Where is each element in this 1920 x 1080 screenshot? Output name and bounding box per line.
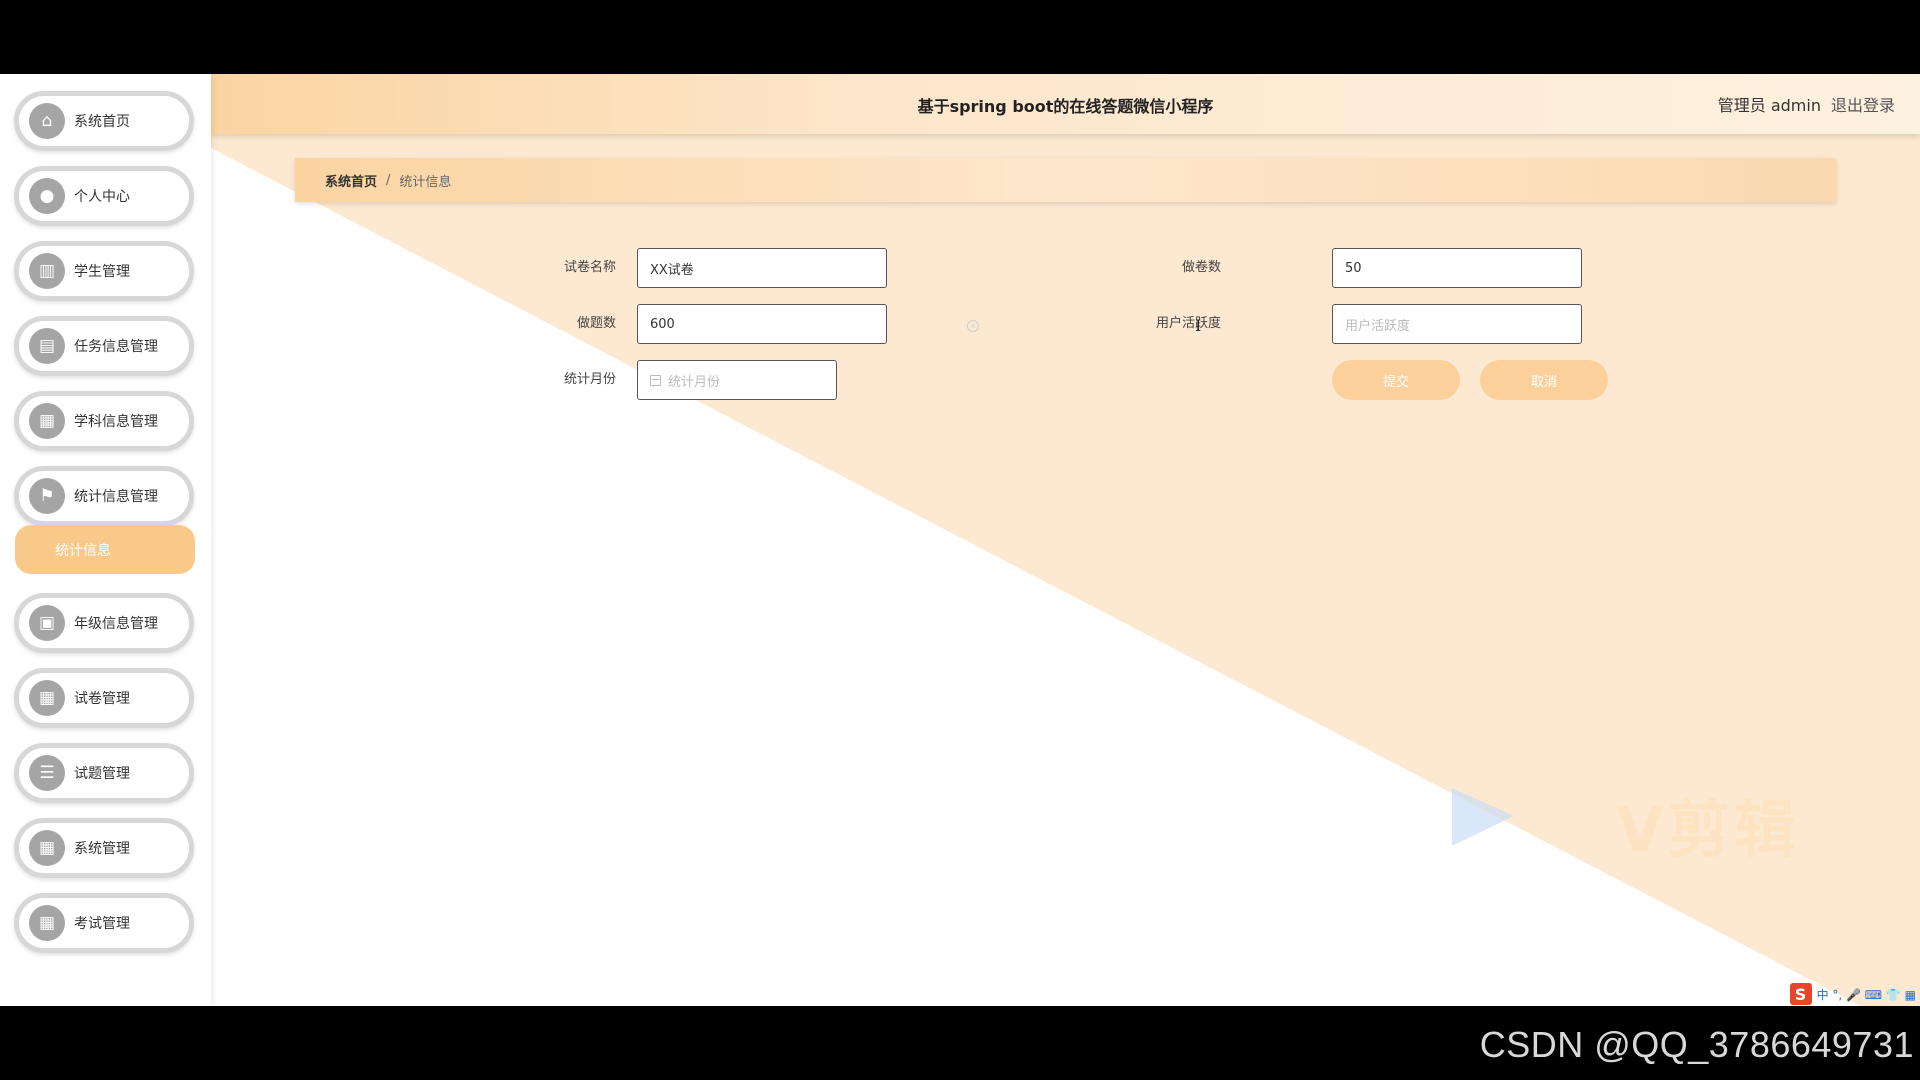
sidebar-item-system[interactable]: ▦ 系统管理 (14, 818, 194, 878)
background-diagonal (211, 134, 1920, 1006)
app-window: ⌂ 系统首页 ● 个人中心 ▥ 学生管理 ▤ 任务信息管理 ▦ 学科信息管理 ⚑… (0, 74, 1920, 1006)
sidebar-item-label: 考试管理 (74, 916, 130, 932)
user-info: 管理员 admin 退出登录 (1718, 92, 1895, 116)
grid-icon: ▦ (29, 403, 65, 439)
breadcrumb-home[interactable]: 系统首页 (325, 171, 377, 190)
question-count-input[interactable]: 600 (637, 304, 887, 344)
sidebar-item-papers[interactable]: ▦ 试卷管理 (14, 668, 194, 728)
user-icon: ● (29, 178, 65, 214)
table-icon: ▦ (29, 905, 65, 941)
sidebar-item-label: 学生管理 (74, 264, 130, 280)
sidebar-subitem-label: 统计信息 (55, 542, 111, 559)
paper-count-label: 做卷数 (1181, 260, 1221, 275)
user-role-label: 管理员 admin (1717, 96, 1821, 115)
sidebar-item-label: 学科信息管理 (74, 414, 158, 430)
top-header: 基于spring boot的在线答题微信小程序 管理员 admin 退出登录 (211, 74, 1920, 134)
sidebar-item-exams[interactable]: ▦ 考试管理 (14, 893, 194, 953)
background-shape (211, 134, 1920, 1006)
sidebar-item-students[interactable]: ▥ 学生管理 (14, 241, 194, 301)
book-icon: ▥ (29, 253, 65, 289)
sidebar-subitem-statistics-info[interactable]: 统计信息 (15, 525, 195, 574)
sidebar-item-label: 统计信息管理 (74, 489, 158, 505)
sidebar-item-label: 试题管理 (74, 766, 130, 782)
flag-icon: ⚑ (29, 478, 65, 514)
text-cursor-icon: I (1195, 316, 1202, 335)
logout-link[interactable]: 退出登录 (1831, 92, 1895, 116)
editor-logo-icon (1452, 788, 1514, 846)
main-content: 系统首页 / 统计信息 试卷名称 XX试卷 做卷数 50 做题数 600 用户活… (211, 134, 1920, 1006)
calendar-icon (650, 374, 661, 386)
paper-name-label: 试卷名称 (563, 260, 616, 275)
sidebar-item-label: 个人中心 (74, 189, 130, 205)
paper-name-input[interactable]: XX试卷 (637, 248, 887, 288)
paper-count-input[interactable]: 50 (1332, 248, 1582, 288)
month-placeholder: 统计月份 (668, 374, 721, 390)
activity-placeholder: 用户活跃度 (1345, 318, 1411, 334)
sidebar-item-profile[interactable]: ● 个人中心 (14, 166, 194, 226)
sidebar-item-tasks[interactable]: ▤ 任务信息管理 (14, 316, 194, 376)
list-icon: ☰ (29, 755, 65, 791)
grid-icon: ▦ (29, 680, 65, 716)
activity-label: 用户活跃度 (1155, 316, 1221, 331)
grid-icon: ▦ (29, 830, 65, 866)
month-label: 统计月份 (563, 372, 616, 387)
question-count-value: 600 (650, 316, 675, 332)
chat-icon: ▤ (29, 328, 65, 364)
sidebar-item-statistics[interactable]: ⚑ 统计信息管理 (14, 466, 194, 526)
sidebar-item-label: 年级信息管理 (74, 616, 158, 632)
breadcrumb: 系统首页 / 统计信息 (295, 158, 1836, 202)
activity-input[interactable]: 用户活跃度 (1332, 304, 1582, 344)
ime-status: 中 °, 🎤 ⌨ 👕 ▦ (1816, 987, 1916, 1002)
home-icon: ⌂ (29, 103, 65, 139)
csdn-watermark: CSDN @QQ_3786649731 (1479, 1024, 1914, 1065)
video-letterbox-top (0, 0, 1920, 74)
breadcrumb-current: 统计信息 (399, 174, 452, 190)
sidebar: ⌂ 系统首页 ● 个人中心 ▥ 学生管理 ▤ 任务信息管理 ▦ 学科信息管理 ⚑… (0, 74, 211, 1006)
breadcrumb-separator: / (386, 172, 391, 188)
clipboard-icon: ▣ (29, 605, 65, 641)
editor-watermark: V剪辑 (1616, 793, 1800, 866)
sogou-ime-icon: S (1789, 983, 1812, 1005)
sidebar-item-label: 系统管理 (74, 841, 130, 857)
sidebar-item-subjects[interactable]: ▦ 学科信息管理 (14, 391, 194, 451)
question-count-label: 做题数 (576, 316, 616, 331)
sidebar-item-label: 系统首页 (74, 114, 130, 130)
sidebar-item-home[interactable]: ⌂ 系统首页 (14, 91, 194, 151)
app-title: 基于spring boot的在线答题微信小程序 (917, 97, 1214, 116)
ime-toolbar[interactable]: S 中 °, 🎤 ⌨ 👕 ▦ (1789, 982, 1916, 1006)
sidebar-item-grades[interactable]: ▣ 年级信息管理 (14, 593, 194, 653)
cancel-button[interactable]: 取消 (1480, 360, 1608, 400)
radio-indicator[interactable] (967, 320, 979, 332)
paper-count-value: 50 (1345, 260, 1362, 276)
sidebar-item-label: 任务信息管理 (74, 339, 158, 355)
month-date-picker[interactable]: 统计月份 (637, 360, 837, 400)
paper-name-value: XX试卷 (650, 262, 694, 278)
sidebar-item-label: 试卷管理 (74, 691, 130, 707)
submit-button[interactable]: 提交 (1332, 360, 1460, 400)
sidebar-item-questions[interactable]: ☰ 试题管理 (14, 743, 194, 803)
